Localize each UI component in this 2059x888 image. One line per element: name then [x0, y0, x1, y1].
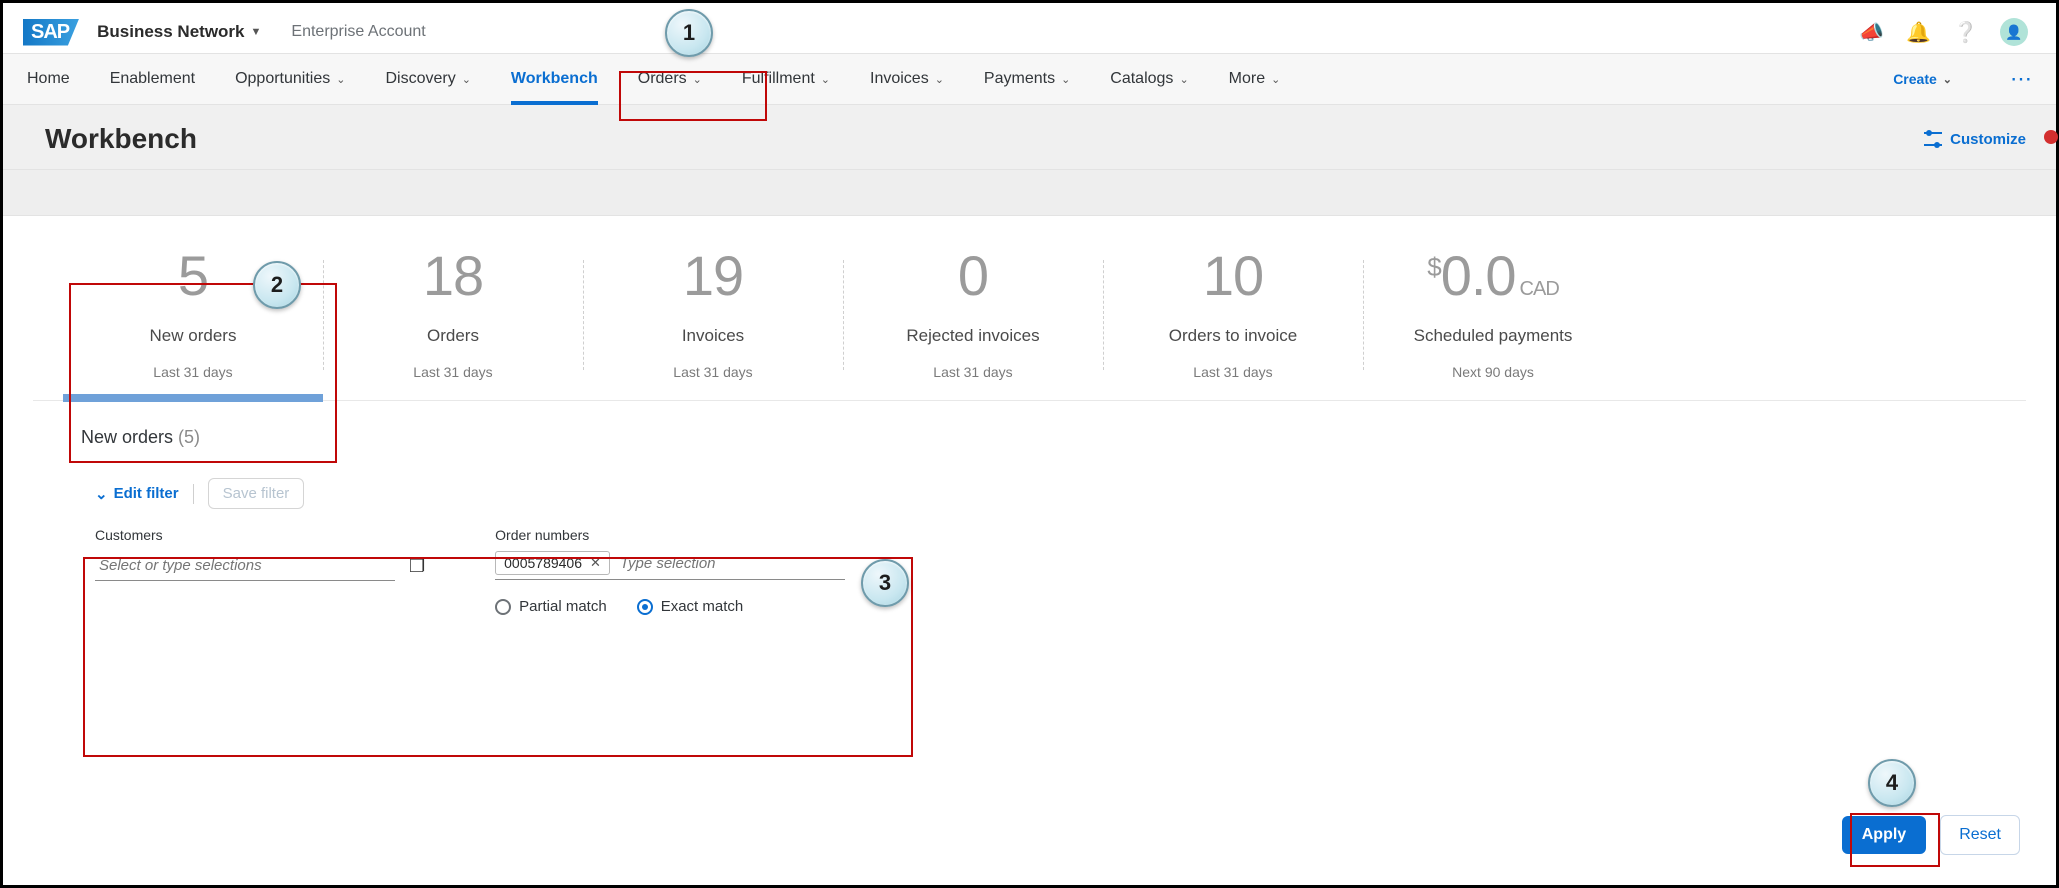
product-label: Business Network: [97, 22, 244, 42]
nav-catalogs[interactable]: Catalogs ⌄: [1110, 54, 1188, 104]
tile-sub: Last 31 days: [613, 364, 813, 380]
customize-button[interactable]: Customize: [1924, 131, 2026, 148]
chevron-down-icon: ⌄: [935, 73, 944, 86]
chevron-down-icon: ⌄: [95, 485, 108, 503]
nav-label: Discovery: [385, 70, 455, 88]
chevron-down-icon: ⌄: [1179, 73, 1188, 86]
annotation-box-2: [69, 283, 337, 463]
tile-sub: Last 31 days: [1133, 364, 1333, 380]
tile-value: 0: [873, 248, 1073, 304]
main-nav: Home Enablement Opportunities ⌄ Discovery…: [3, 53, 2056, 105]
nav-invoices[interactable]: Invoices ⌄: [870, 54, 944, 104]
nav-opportunities[interactable]: Opportunities ⌄: [235, 54, 345, 104]
chevron-down-icon: ⌄: [336, 73, 345, 86]
tile-value: 19: [613, 248, 813, 304]
chevron-down-icon: ⌄: [1271, 73, 1280, 86]
nav-label: Payments: [984, 70, 1055, 88]
tile-value: 10: [1133, 248, 1333, 304]
field-label: Order numbers: [495, 527, 845, 543]
tile-label: Invoices: [613, 326, 813, 346]
overflow-menu[interactable]: ⋯: [2010, 66, 2032, 92]
tile-sub: Next 90 days: [1393, 364, 1593, 380]
nav-label: Enablement: [110, 70, 195, 88]
tile-sub: Last 31 days: [353, 364, 553, 380]
annotation-box-4: [1850, 813, 1940, 867]
tile-orders-to-invoice[interactable]: 10 Orders to invoice Last 31 days: [1103, 230, 1363, 400]
tile-label: Orders: [353, 326, 553, 346]
divider: [193, 484, 194, 504]
nav-home[interactable]: Home: [27, 54, 70, 104]
filter-top: ⌄ Edit filter Save filter: [95, 478, 891, 509]
nav-discovery[interactable]: Discovery ⌄: [385, 54, 470, 104]
chevron-down-icon: ⌄: [1061, 73, 1070, 86]
customize-label: Customize: [1950, 131, 2026, 148]
tile-label: Scheduled payments: [1393, 326, 1593, 346]
annotation-callout-1: 1: [665, 9, 713, 57]
nav-label: More: [1229, 70, 1265, 88]
page-header: Workbench Customize: [3, 105, 2056, 170]
sub-header: [3, 170, 2056, 216]
top-icons: 📣 🔔 ❔ 👤: [1859, 18, 2028, 46]
edit-filter-label: Edit filter: [114, 485, 179, 502]
tile-sub: Last 31 days: [873, 364, 1073, 380]
tile-label: Rejected invoices: [873, 326, 1073, 346]
tile-label: Orders to invoice: [1133, 326, 1333, 346]
sap-logo: SAP: [23, 19, 79, 46]
account-type: Enterprise Account: [291, 23, 425, 41]
page-title: Workbench: [45, 123, 197, 155]
nav-label: Home: [27, 70, 70, 88]
create-menu[interactable]: Create ⌄: [1893, 71, 1952, 87]
user-avatar[interactable]: 👤: [2000, 18, 2028, 46]
chevron-down-icon: ⌄: [1943, 73, 1952, 86]
bell-icon[interactable]: 🔔: [1906, 20, 1931, 45]
chevron-down-icon: ⌄: [462, 73, 471, 86]
currency-prefix: $: [1427, 252, 1440, 282]
field-label: Customers: [95, 527, 425, 543]
tile-number: 0.0: [1441, 244, 1516, 307]
annotation-box-1: [619, 71, 767, 121]
nav-enablement[interactable]: Enablement: [110, 54, 195, 104]
currency-suffix: CAD: [1520, 278, 1559, 300]
tile-orders[interactable]: 18 Orders Last 31 days: [323, 230, 583, 400]
tile-rejected-invoices[interactable]: 0 Rejected invoices Last 31 days: [843, 230, 1103, 400]
nav-label: Workbench: [511, 70, 598, 88]
nav-label: Catalogs: [1110, 70, 1173, 88]
tile-scheduled-payments[interactable]: $0.0CAD Scheduled payments Next 90 days: [1363, 230, 1623, 400]
create-label: Create: [1893, 71, 1937, 87]
annotation-callout-3: 3: [861, 559, 909, 607]
caret-down-icon: ▼: [251, 26, 262, 38]
product-dropdown[interactable]: Business Network ▼: [97, 22, 261, 42]
save-filter-button[interactable]: Save filter: [208, 478, 305, 509]
chevron-down-icon: ⌄: [821, 73, 830, 86]
tile-value: 18: [353, 248, 553, 304]
help-icon[interactable]: ❔: [1953, 20, 1978, 45]
reset-button[interactable]: Reset: [1940, 815, 2020, 855]
annotation-box-3: [83, 557, 913, 757]
nav-workbench[interactable]: Workbench: [511, 54, 598, 104]
annotation-callout-4: 4: [1868, 759, 1916, 807]
nav-label: Invoices: [870, 70, 929, 88]
sliders-icon: [1924, 132, 1942, 146]
edit-filter-toggle[interactable]: ⌄ Edit filter: [95, 485, 179, 503]
topbar: SAP Business Network ▼ Enterprise Accoun…: [3, 3, 2056, 53]
alert-badge: [2044, 130, 2058, 144]
nav-label: Opportunities: [235, 70, 330, 88]
person-icon: 👤: [2005, 24, 2022, 41]
tile-invoices[interactable]: 19 Invoices Last 31 days: [583, 230, 843, 400]
nav-more[interactable]: More ⌄: [1229, 54, 1281, 104]
nav-payments[interactable]: Payments ⌄: [984, 54, 1070, 104]
tile-value: $0.0CAD: [1393, 248, 1593, 304]
annotation-callout-2: 2: [253, 261, 301, 309]
megaphone-icon[interactable]: 📣: [1859, 20, 1884, 45]
